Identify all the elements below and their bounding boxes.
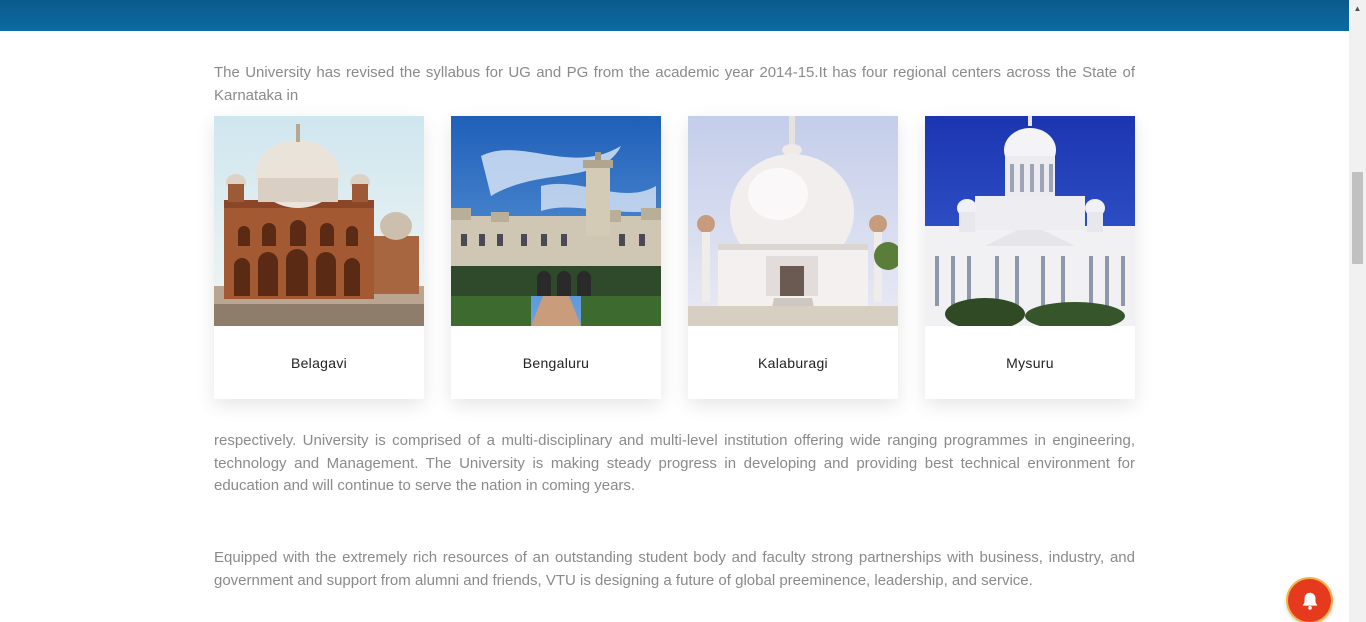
vertical-scrollbar[interactable]: ▲ [1349,0,1366,622]
regional-centers: Belagavi Bengaluru Kalaburagi Mysuru [214,116,1135,399]
page: The University has revised the syllabus … [0,0,1366,622]
scroll-thumb[interactable] [1352,172,1363,264]
center-name: Bengaluru [522,354,590,371]
mysuru-dome-building-image [925,116,1135,326]
body-paragraph: respectively. University is comprised of… [214,432,1135,494]
center-card-belagavi[interactable]: Belagavi [214,116,424,399]
center-name: Belagavi [290,354,348,371]
header-bar [0,0,1349,31]
center-card-mysuru[interactable]: Mysuru [925,116,1135,399]
center-card-kalaburagi[interactable]: Kalaburagi [688,116,898,399]
center-name: Mysuru [1006,354,1054,371]
center-card-bengaluru[interactable]: Bengaluru [451,116,661,399]
kalaburagi-stupa-image [688,116,898,326]
scroll-up-arrow-icon[interactable]: ▲ [1349,0,1366,17]
bengaluru-palace-image [451,116,661,326]
intro-paragraph: The University has revised the syllabus … [214,64,1135,104]
notification-bell-button[interactable] [1288,579,1331,622]
center-name: Kalaburagi [758,354,828,371]
body-paragraph: Equipped with the extremely rich resourc… [214,549,1135,589]
belagavi-monument-image [214,116,424,326]
bell-icon [1302,592,1317,610]
